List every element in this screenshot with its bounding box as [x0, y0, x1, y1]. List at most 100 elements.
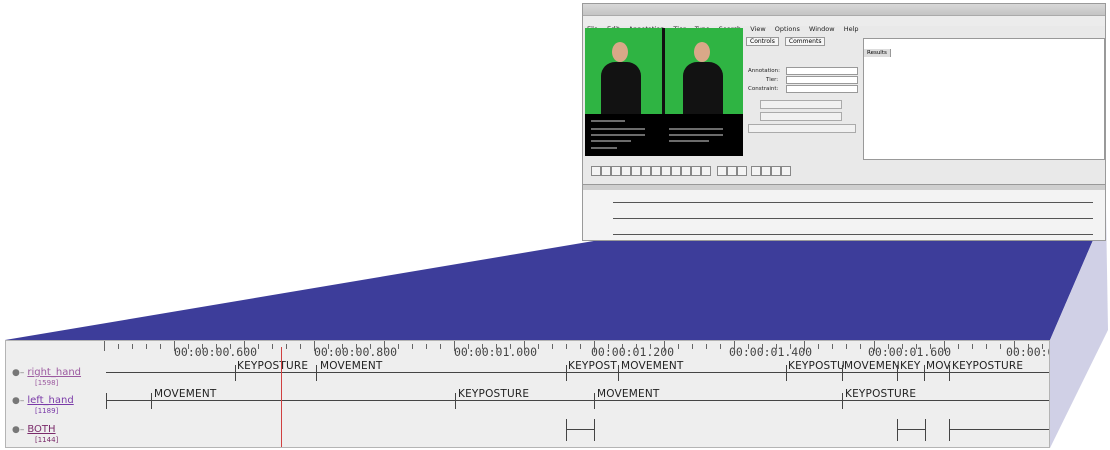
annotation-boundary[interactable] — [949, 419, 950, 441]
annotation-keyposture[interactable]: KEYPOSTURE — [458, 388, 529, 400]
annotation-boundary[interactable] — [925, 419, 926, 441]
tier-field[interactable] — [786, 76, 858, 84]
form-button-2[interactable] — [760, 112, 842, 121]
annotation-boundary[interactable] — [594, 419, 595, 441]
annotation-keyposture[interactable]: KEYPOSTU — [788, 360, 845, 372]
control-button[interactable] — [591, 166, 601, 176]
tier-name: BOTH — [27, 424, 56, 435]
control-button[interactable] — [601, 166, 611, 176]
annotation-boundary[interactable] — [897, 365, 898, 381]
results-panel[interactable]: Results — [863, 38, 1105, 160]
annotation-movement[interactable]: MOVEMENT — [154, 388, 217, 400]
minor-tick — [972, 344, 973, 349]
control-button[interactable] — [661, 166, 671, 176]
annotation-boundary[interactable] — [924, 365, 925, 381]
playhead-cursor[interactable] — [281, 347, 282, 447]
minor-tick — [860, 344, 861, 349]
annotation-boundary[interactable] — [842, 393, 843, 409]
annotation-boundary[interactable] — [949, 365, 950, 381]
window-titlebar — [583, 4, 1105, 16]
major-tick — [454, 341, 455, 351]
control-button[interactable] — [631, 166, 641, 176]
tier-label-both[interactable]: ●– BOTH [1144] — [12, 424, 58, 445]
control-button[interactable] — [701, 166, 711, 176]
boundary-button[interactable] — [751, 166, 761, 176]
minor-tick — [426, 344, 427, 349]
minor-tick — [118, 344, 119, 349]
signer-right-figure — [681, 34, 725, 114]
annotation-boundary[interactable] — [316, 365, 317, 381]
annotation-keyposture[interactable]: KEYPOST — [568, 360, 617, 372]
major-tick — [1014, 341, 1015, 351]
selection-button[interactable] — [737, 166, 747, 176]
annotation-boundary[interactable] — [235, 365, 236, 381]
minor-tick — [258, 344, 259, 349]
video-viewer[interactable] — [585, 28, 743, 114]
tier-label-right-hand[interactable]: ●– right_hand [1598] — [12, 368, 81, 388]
form-button-3[interactable] — [748, 124, 856, 133]
tier-count: [1598] — [35, 379, 59, 387]
constraint-select[interactable] — [786, 85, 858, 93]
selection-button[interactable] — [717, 166, 727, 176]
selection-button[interactable] — [727, 166, 737, 176]
annotation-boundary[interactable] — [151, 393, 152, 409]
boundary-button[interactable] — [771, 166, 781, 176]
play-button[interactable] — [641, 166, 651, 176]
minor-tick — [678, 344, 679, 349]
annotation-boundary[interactable] — [566, 365, 567, 381]
minor-tick — [230, 344, 231, 349]
major-tick — [384, 341, 385, 351]
boundary-button[interactable] — [781, 166, 791, 176]
boundary-button[interactable] — [761, 166, 771, 176]
annotation-boundary[interactable] — [842, 365, 843, 381]
annotation-movement[interactable]: MOVEMENT — [320, 360, 383, 372]
annotation-movement[interactable]: MOV — [926, 360, 951, 372]
control-button[interactable] — [671, 166, 681, 176]
annotation-movement[interactable]: MOVEMENT — [597, 388, 660, 400]
major-tick — [104, 341, 105, 351]
annotation-boundary[interactable] — [897, 419, 898, 441]
annotation-keyposture[interactable]: KEYPOSTURE — [237, 360, 308, 372]
annotation-search-form: Annotation: Tier: Constraint: — [746, 38, 858, 148]
major-tick — [944, 341, 945, 351]
minor-tick — [790, 344, 791, 349]
control-button[interactable] — [651, 166, 661, 176]
annotation-movement[interactable]: MOVEMENT — [621, 360, 684, 372]
minor-tick — [552, 344, 553, 349]
annotation-field[interactable] — [786, 67, 858, 75]
tier-line-both — [897, 429, 925, 430]
major-tick — [174, 341, 175, 351]
tier-line-both — [949, 429, 1049, 430]
annotation-boundary[interactable] — [566, 419, 567, 441]
form-button-1[interactable] — [760, 100, 842, 109]
annotation-app-window: File Edit Annotation Tier Type Search Vi… — [582, 3, 1106, 241]
minor-tick — [608, 344, 609, 349]
annotation-timeline[interactable]: 00:00:00.600 00:00:00.800 00:00:01.000 00:0… — [5, 340, 1050, 448]
time-label: 00:00:01.400 — [729, 345, 813, 359]
menu-help[interactable]: Help — [844, 24, 859, 34]
annotation-boundary[interactable] — [594, 393, 595, 409]
control-button[interactable] — [621, 166, 631, 176]
control-button[interactable] — [691, 166, 701, 176]
minor-tick — [300, 344, 301, 349]
major-tick — [734, 341, 735, 351]
annotation-boundary[interactable] — [618, 365, 619, 381]
minor-tick — [566, 344, 567, 349]
minor-tick — [832, 344, 833, 349]
tier-label-left-hand[interactable]: ●– left_hand [1189] — [12, 396, 74, 416]
control-button[interactable] — [611, 166, 621, 176]
minor-tick — [398, 344, 399, 349]
annotation-keyposture[interactable]: KEYPOSTURE — [845, 388, 916, 400]
tier-line-both — [566, 429, 594, 430]
annotation-keyposture[interactable]: KEY — [900, 360, 921, 372]
minor-tick — [370, 344, 371, 349]
annotation-boundary[interactable] — [455, 393, 456, 409]
minor-tick — [846, 344, 847, 349]
annotation-keyposture[interactable]: KEYPOSTURE — [952, 360, 1023, 372]
minor-tick — [720, 344, 721, 349]
annotation-boundary[interactable] — [786, 365, 787, 381]
annotation-movement[interactable]: MOVEMEN — [844, 360, 900, 372]
annotation-boundary[interactable] — [106, 393, 107, 409]
control-button[interactable] — [681, 166, 691, 176]
minor-tick — [496, 344, 497, 349]
